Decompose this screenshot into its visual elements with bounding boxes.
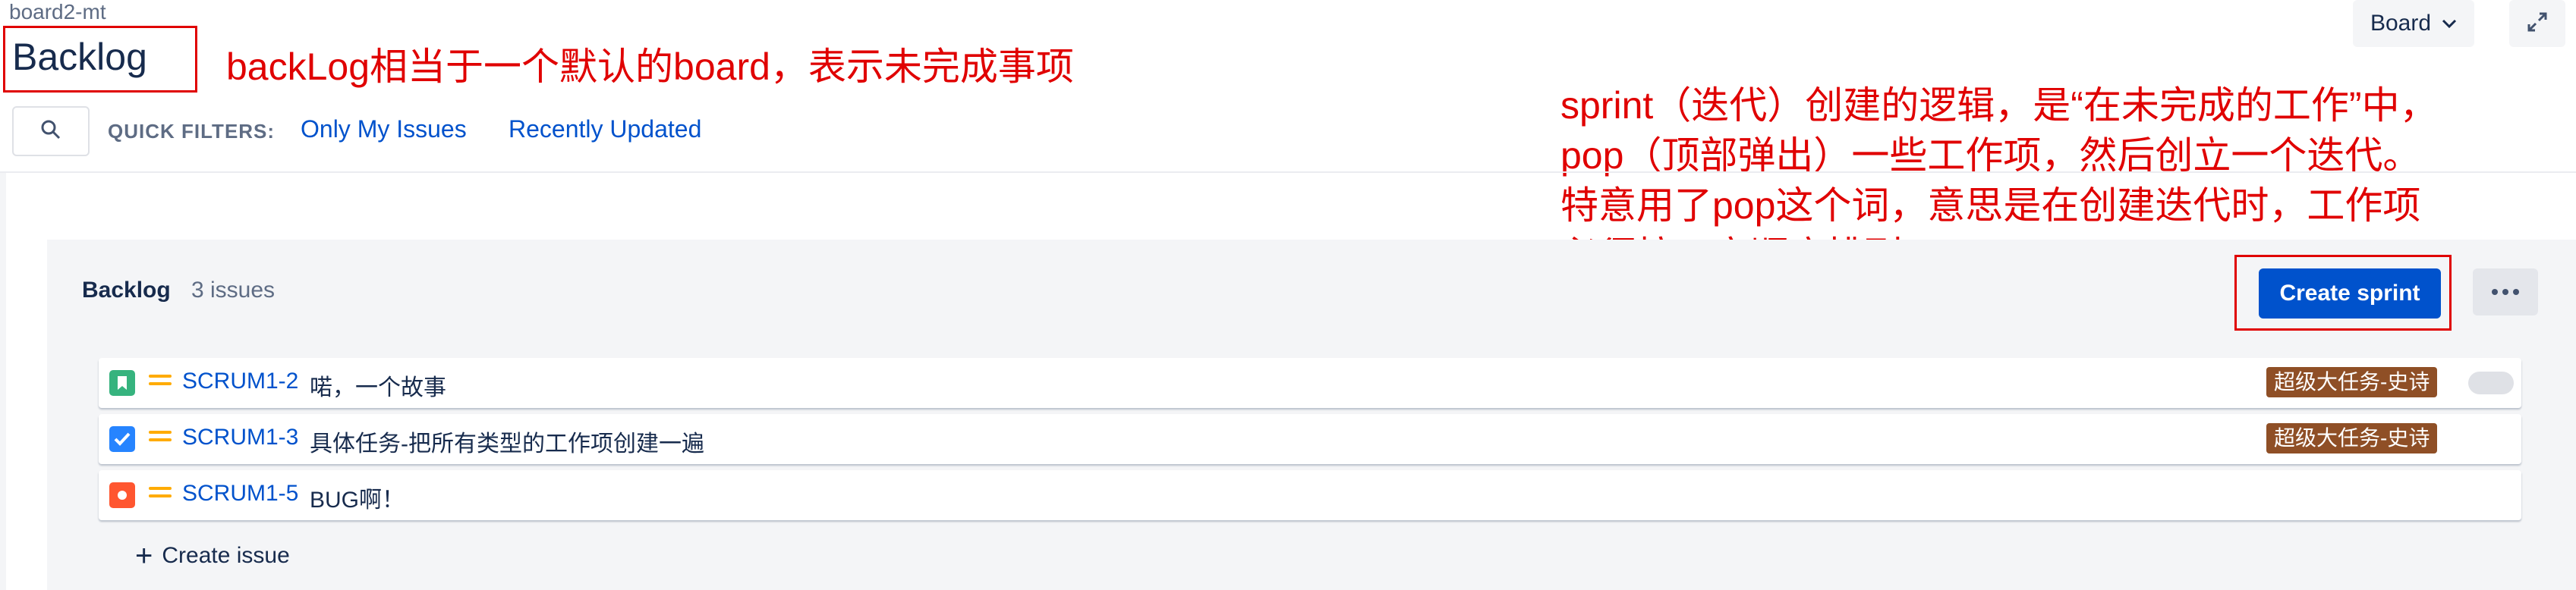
task-checkbox-icon <box>109 426 135 452</box>
issue-key[interactable]: SCRUM1-2 <box>182 369 298 394</box>
more-actions-button[interactable] <box>2473 268 2538 315</box>
priority-medium-icon <box>149 431 172 446</box>
issue-row[interactable]: SCRUM1-5 BUG啊！ <box>99 470 2521 520</box>
more-icon <box>2492 289 2498 295</box>
issue-key[interactable]: SCRUM1-5 <box>182 481 298 507</box>
more-icon <box>2502 289 2508 295</box>
filter-recently-updated[interactable]: Recently Updated <box>509 115 701 143</box>
issue-key[interactable]: SCRUM1-3 <box>182 425 298 450</box>
priority-medium-icon <box>149 487 172 502</box>
issue-summary: 具体任务-把所有类型的工作项创建一遍 <box>310 432 704 457</box>
priority-medium-icon <box>149 375 172 390</box>
epic-badge[interactable]: 超级大任务-史诗 <box>2266 367 2438 397</box>
board-dropdown-button[interactable]: Board <box>2353 0 2474 47</box>
chevron-down-icon <box>2442 13 2457 34</box>
expand-button[interactable] <box>2509 0 2565 47</box>
issue-summary: 喏，一个故事 <box>310 375 446 400</box>
bug-icon <box>109 482 135 508</box>
expand-icon <box>2526 11 2549 37</box>
filter-only-my-issues[interactable]: Only My Issues <box>301 115 467 143</box>
create-issue-label: Create issue <box>162 543 290 568</box>
quick-filters-label: QUICK FILTERS: <box>108 120 276 143</box>
backlog-annotation: backLog相当于一个默认的board，表示未完成事项 <box>226 46 1074 88</box>
left-rail <box>0 173 6 590</box>
create-issue-button[interactable]: + Create issue <box>135 539 290 573</box>
page-title: Backlog <box>12 36 147 78</box>
breadcrumb[interactable]: board2-mt <box>9 0 106 24</box>
header-divider <box>0 171 2576 173</box>
issue-row[interactable]: SCRUM1-3 具体任务-把所有类型的工作项创建一遍 超级大任务-史诗 <box>99 414 2521 464</box>
backlog-heading: Backlog <box>82 278 171 303</box>
sprint-annotation-line: 特意用了pop这个词，意思是在创建迭代时，工作项 <box>1560 184 2421 227</box>
sprint-annotation-line: sprint（迭代）创建的逻辑，是“在未完成的工作”中， <box>1560 84 2438 127</box>
create-sprint-button[interactable]: Create sprint <box>2259 268 2441 319</box>
search-input[interactable] <box>12 106 90 156</box>
issue-count: 3 issues <box>191 278 276 303</box>
issue-summary: BUG啊！ <box>310 488 405 513</box>
estimate-pill[interactable] <box>2468 372 2514 394</box>
story-icon <box>109 370 135 396</box>
board-button-label: Board <box>2370 11 2432 36</box>
plus-icon: + <box>135 539 153 573</box>
more-icon <box>2513 289 2519 295</box>
issue-row[interactable]: SCRUM1-2 喏，一个故事 超级大任务-史诗 <box>99 358 2521 408</box>
sprint-annotation-line: pop（顶部弹出）一些工作项，然后创立一个迭代。 <box>1560 134 2421 177</box>
epic-badge[interactable]: 超级大任务-史诗 <box>2266 423 2438 453</box>
search-icon <box>39 118 62 145</box>
